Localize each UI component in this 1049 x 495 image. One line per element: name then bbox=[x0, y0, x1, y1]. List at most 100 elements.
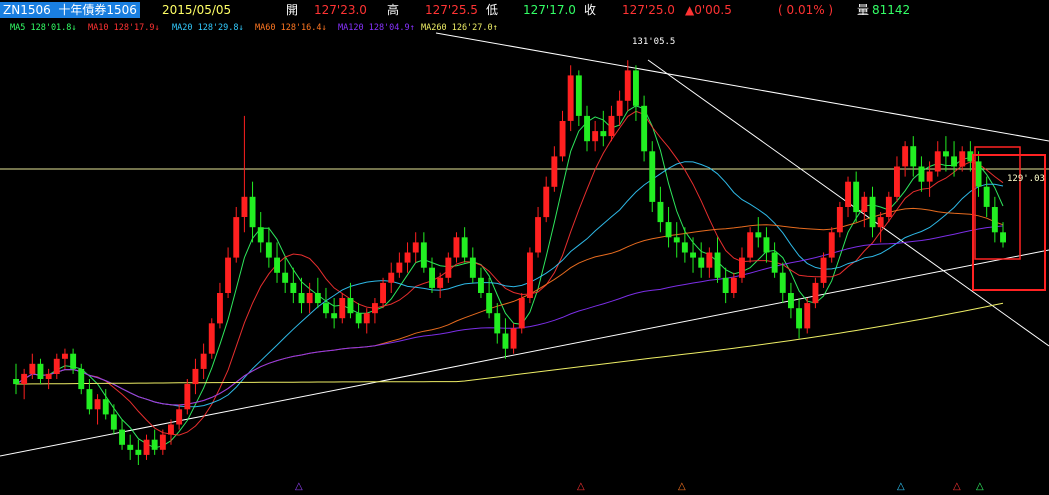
candle-body bbox=[323, 303, 329, 314]
candle-body bbox=[494, 313, 501, 334]
candle-body bbox=[380, 282, 386, 304]
candle-body bbox=[94, 399, 101, 410]
candle-body bbox=[119, 429, 125, 445]
right-price-label: 129'.03 bbox=[1007, 174, 1045, 184]
candle-body bbox=[102, 399, 109, 415]
candle-body bbox=[771, 252, 778, 273]
candle-body bbox=[314, 293, 321, 304]
candle-body bbox=[502, 333, 509, 349]
candle-body bbox=[681, 242, 688, 253]
candle-body bbox=[13, 379, 19, 385]
candle-body bbox=[70, 353, 77, 369]
candle-body bbox=[29, 363, 36, 374]
signal-marker-icon: △ bbox=[577, 481, 585, 492]
candle-body bbox=[192, 368, 199, 385]
candle-body bbox=[845, 181, 851, 207]
candle-body bbox=[755, 232, 762, 238]
candle-body bbox=[673, 237, 680, 243]
candle-body bbox=[298, 293, 305, 304]
candle-body bbox=[902, 146, 909, 167]
candle-body bbox=[559, 121, 566, 157]
candle-body bbox=[739, 257, 745, 278]
candle-body bbox=[37, 363, 44, 379]
candle-body bbox=[274, 257, 280, 273]
candle-body bbox=[567, 75, 574, 121]
candle-body bbox=[1000, 232, 1006, 243]
candle-body bbox=[690, 252, 696, 258]
signal-markers: △ △ △ △ △ △ bbox=[0, 480, 1049, 495]
candle-body bbox=[527, 252, 533, 298]
candle-body bbox=[698, 257, 705, 268]
signal-marker-icon: △ bbox=[897, 481, 905, 492]
candle-body bbox=[706, 252, 713, 268]
open-value: 127'23.0 bbox=[314, 3, 367, 17]
candle-body bbox=[486, 293, 493, 314]
candle-body bbox=[575, 75, 582, 116]
candle-body bbox=[200, 353, 207, 369]
candle-body bbox=[730, 277, 737, 293]
candle-body bbox=[600, 131, 607, 137]
candle-body bbox=[943, 151, 949, 157]
candle-body bbox=[282, 272, 289, 283]
candle-body bbox=[151, 439, 158, 450]
signal-marker-icon: △ bbox=[678, 481, 686, 492]
candle-body bbox=[429, 267, 435, 288]
candle-body bbox=[885, 196, 892, 217]
candle-body bbox=[722, 277, 729, 293]
candle-body bbox=[478, 277, 484, 293]
candle-body bbox=[510, 328, 517, 349]
candle-body bbox=[461, 237, 468, 258]
ma10-line bbox=[15, 110, 1004, 436]
candle-body bbox=[347, 298, 354, 314]
symbol-field[interactable]: ZN1506 十年債券1506 bbox=[0, 2, 140, 18]
candle-body bbox=[306, 293, 313, 304]
candlestick-chart[interactable]: 131'05.5123'16.0129'.03 bbox=[0, 20, 1049, 480]
candle-body bbox=[86, 389, 93, 410]
support-trendline bbox=[0, 249, 1049, 457]
candle-body bbox=[265, 242, 272, 258]
candle-body bbox=[233, 217, 240, 258]
candle-body bbox=[584, 115, 590, 142]
candle-body bbox=[412, 242, 419, 253]
candle-body bbox=[747, 232, 754, 258]
candle-body bbox=[143, 439, 150, 455]
candle-body bbox=[592, 131, 599, 142]
candle-body bbox=[779, 272, 786, 293]
candle-body bbox=[241, 196, 248, 217]
candle-body bbox=[396, 262, 403, 273]
candle-body bbox=[62, 353, 68, 359]
symbol-name: 十年債券1506 bbox=[58, 3, 137, 17]
candle-body bbox=[331, 313, 338, 319]
candle-body bbox=[910, 146, 917, 167]
candle-body bbox=[518, 298, 525, 329]
candle-body bbox=[208, 323, 215, 354]
candle-body bbox=[649, 151, 656, 202]
candle-body bbox=[869, 196, 876, 228]
candle-body bbox=[453, 237, 460, 258]
quote-header: ZN1506 十年債券1506 2015/05/05 開 127'23.0 高 … bbox=[0, 0, 1049, 20]
candle-body bbox=[641, 105, 648, 152]
candle-body bbox=[853, 181, 860, 213]
symbol-code: ZN1506 bbox=[3, 3, 51, 17]
quote-date: 2015/05/05 bbox=[162, 3, 232, 17]
candle-body bbox=[918, 166, 925, 182]
candle-body bbox=[159, 434, 166, 450]
candle-body bbox=[388, 272, 395, 283]
candle-body bbox=[420, 242, 427, 268]
candle-body bbox=[176, 409, 183, 425]
candle-body bbox=[714, 252, 721, 278]
candle-body bbox=[861, 196, 868, 212]
close-label: 收 bbox=[584, 3, 597, 17]
candle-body bbox=[763, 237, 770, 253]
candle-body bbox=[926, 171, 933, 182]
ma260-line bbox=[16, 302, 1004, 385]
signal-marker-icon: △ bbox=[295, 481, 303, 492]
candle-body bbox=[828, 232, 835, 258]
candle-body bbox=[975, 161, 982, 187]
candle-body bbox=[894, 166, 900, 197]
candle-body bbox=[168, 424, 174, 435]
candle-body bbox=[657, 201, 664, 223]
close-value: 127'25.0 bbox=[622, 3, 675, 17]
candle-body bbox=[796, 308, 802, 329]
candle-body bbox=[836, 207, 843, 233]
